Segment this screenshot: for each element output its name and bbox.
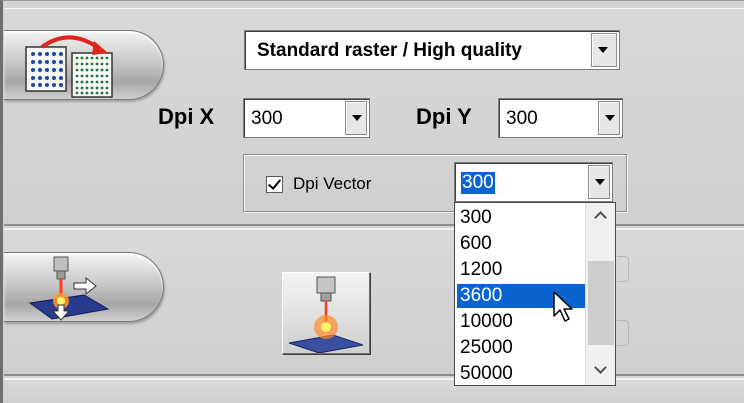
hidden-control: [617, 256, 629, 282]
dpi-vector-options-list[interactable]: 300 600 1200 3600 10000 25000 50000: [454, 202, 616, 386]
chevron-down-icon[interactable]: [598, 101, 620, 135]
dpi-x-dropdown[interactable]: 300: [243, 98, 370, 138]
list-scrollbar[interactable]: [585, 203, 615, 385]
dpi-y-value: 300: [506, 108, 538, 129]
mouse-cursor-icon: [553, 291, 573, 322]
scroll-down-icon[interactable]: [586, 359, 616, 385]
quality-dropdown[interactable]: Standard raster / High quality: [244, 30, 620, 70]
laser-focus-icon: [288, 276, 364, 353]
dpi-x-value: 300: [251, 108, 283, 129]
chevron-down-icon[interactable]: [588, 165, 610, 199]
list-item[interactable]: 25000: [457, 336, 585, 360]
hidden-control: [617, 320, 629, 346]
dpi-vector-label[interactable]: Dpi Vector: [293, 174, 371, 194]
dpi-x-label: Dpi X: [158, 104, 215, 129]
chevron-down-icon[interactable]: [345, 101, 367, 135]
bottom-panel: [4, 378, 744, 403]
scrollbar-thumb[interactable]: [588, 261, 614, 345]
laser-move-icon: [28, 256, 110, 321]
quality-value: Standard raster / High quality: [257, 40, 522, 61]
list-item[interactable]: 1200: [457, 258, 585, 282]
list-item[interactable]: 300: [457, 206, 585, 230]
scroll-up-icon[interactable]: [586, 203, 616, 229]
laser-move-button[interactable]: [4, 252, 164, 322]
dpi-vector-value: 300: [461, 172, 495, 194]
list-item[interactable]: 600: [457, 232, 585, 256]
raster-mode-button[interactable]: [4, 30, 164, 100]
laser-focus-button[interactable]: [282, 272, 370, 354]
chevron-down-icon[interactable]: [591, 33, 617, 67]
dpi-y-dropdown[interactable]: 300: [498, 98, 623, 138]
dpi-vector-dropdown[interactable]: 300: [454, 162, 613, 202]
raster-swap-icon: [25, 35, 113, 98]
dpi-y-label: Dpi Y: [416, 104, 472, 129]
dpi-vector-checkbox[interactable]: [266, 176, 283, 193]
list-item[interactable]: 50000: [457, 362, 585, 386]
